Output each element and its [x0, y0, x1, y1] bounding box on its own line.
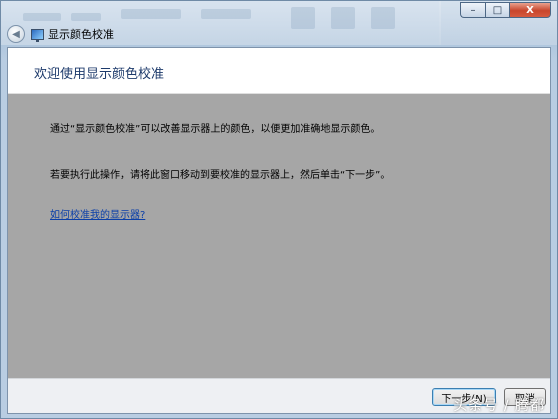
watermark: 头条号 / 腾都: [453, 398, 545, 414]
minimize-button[interactable]: –: [460, 2, 485, 18]
title-bar: ◀ 显示颜色校准: [7, 23, 551, 45]
app-window: – □ X ◀ 显示颜色校准 欢迎使用显示颜色校准 通过“显示颜色校准”可以改善…: [0, 0, 558, 419]
back-arrow-icon: ◀: [12, 28, 20, 40]
help-link[interactable]: 如何校准我的显示器?: [50, 206, 145, 221]
wizard-header: 欢迎使用显示颜色校准: [8, 48, 550, 94]
ribbon-ghost-item: [121, 9, 181, 19]
window-title: 显示颜色校准: [48, 28, 114, 41]
wizard-page: 欢迎使用显示颜色校准 通过“显示颜色校准”可以改善显示器上的颜色，以便更加准确地…: [7, 47, 551, 414]
maximize-button[interactable]: □: [485, 2, 509, 18]
minimize-icon: –: [470, 4, 476, 16]
close-icon: X: [526, 4, 534, 16]
ribbon-ghost-item: [23, 13, 61, 21]
intro-text: 通过“显示颜色校准”可以改善显示器上的颜色，以便更加准确地显示颜色。: [50, 124, 381, 135]
caption-buttons: – □ X: [460, 2, 551, 18]
maximize-icon: □: [492, 4, 503, 16]
monitor-icon: [31, 28, 44, 42]
instruction-text: 若要执行此操作，请将此窗口移动到要校准的显示器上，然后单击“下一步”。: [50, 170, 391, 181]
close-button[interactable]: X: [509, 2, 551, 18]
back-button[interactable]: ◀: [7, 25, 25, 43]
ribbon-ghost-item: [71, 13, 101, 21]
page-title: 欢迎使用显示颜色校准: [34, 67, 165, 82]
ribbon-ghost-item: [201, 9, 251, 19]
